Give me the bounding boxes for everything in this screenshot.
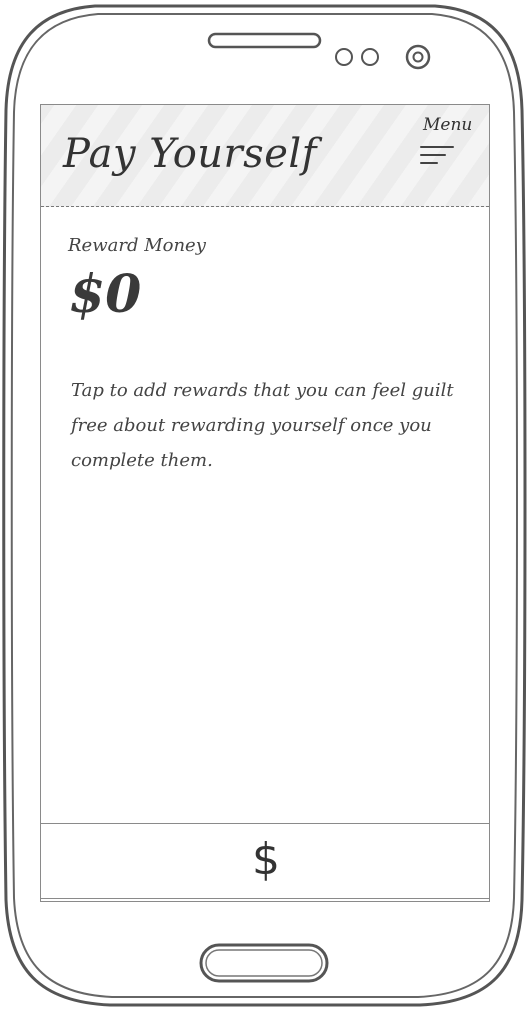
instructions-text: Tap to add rewards that you can feel gui… xyxy=(71,380,454,471)
app-header: Pay Yourself Menu xyxy=(41,105,489,207)
hamburger-menu-icon xyxy=(420,146,454,164)
front-camera-icon xyxy=(405,44,431,70)
reward-money-label: Reward Money xyxy=(68,235,206,256)
reward-money-amount: $0 xyxy=(69,264,142,325)
menu-button[interactable]: Menu xyxy=(415,113,477,175)
bottom-action-bar: $ xyxy=(41,823,489,899)
speaker-slot-icon xyxy=(207,32,322,49)
menu-label: Menu xyxy=(423,115,473,135)
app-title: Pay Yourself xyxy=(63,131,317,177)
app-screen: Pay Yourself Menu Reward Money $0 Tap to… xyxy=(40,104,490,902)
add-reward-button[interactable]: $ xyxy=(246,832,286,888)
